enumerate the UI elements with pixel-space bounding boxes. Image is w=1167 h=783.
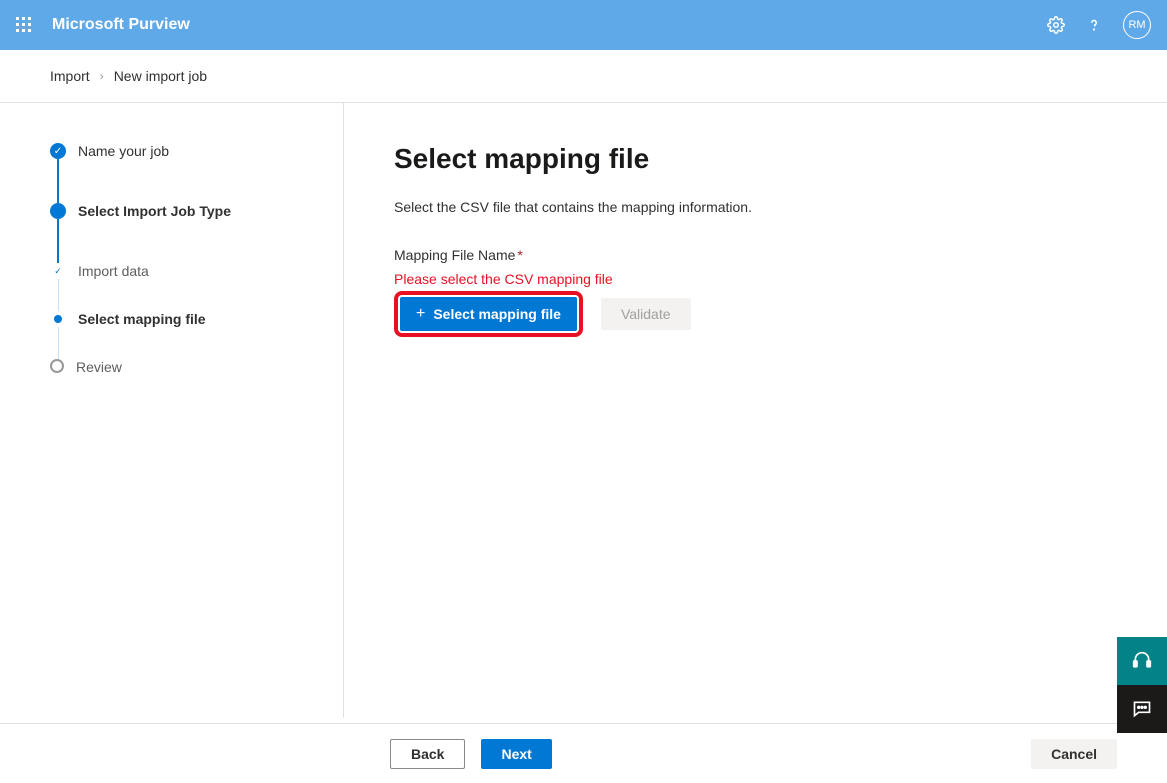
check-icon <box>50 143 66 159</box>
side-widgets <box>1117 637 1167 733</box>
highlight-annotation: + Select mapping file <box>394 291 583 337</box>
field-label: Mapping File Name* <box>394 247 1117 263</box>
footer: Back Next Cancel <box>0 723 1167 783</box>
pending-step-icon <box>50 359 64 373</box>
app-header: Microsoft Purview RM <box>0 0 1167 50</box>
feedback-widget[interactable] <box>1117 685 1167 733</box>
gear-icon[interactable] <box>1047 16 1065 34</box>
button-row: + Select mapping file Validate <box>394 291 1117 337</box>
button-label: Select mapping file <box>433 306 561 322</box>
next-button[interactable]: Next <box>481 739 551 769</box>
step-select-mapping[interactable]: Select mapping file <box>50 311 343 327</box>
step-label: Name your job <box>66 143 169 159</box>
footer-left: Back Next <box>390 739 552 769</box>
wizard-steps: Name your job Select Import Job Type Imp… <box>0 103 344 718</box>
avatar-initials: RM <box>1128 19 1145 31</box>
step-connector <box>57 159 59 203</box>
help-icon[interactable] <box>1085 16 1103 34</box>
back-button[interactable]: Back <box>390 739 465 769</box>
check-icon <box>50 263 66 279</box>
page-description: Select the CSV file that contains the ma… <box>394 199 1117 215</box>
current-step-icon <box>50 203 66 219</box>
select-mapping-file-button[interactable]: + Select mapping file <box>400 297 577 331</box>
error-message: Please select the CSV mapping file <box>394 271 1117 287</box>
step-connector <box>58 327 59 359</box>
headset-widget[interactable] <box>1117 637 1167 685</box>
breadcrumb-current: New import job <box>114 68 207 84</box>
step-label: Select mapping file <box>66 311 206 327</box>
cancel-button[interactable]: Cancel <box>1031 739 1117 769</box>
chevron-right-icon: › <box>100 69 104 83</box>
step-label: Review <box>64 359 122 375</box>
main-content: Select mapping file Select the CSV file … <box>344 103 1167 718</box>
content-area: Name your job Select Import Job Type Imp… <box>0 103 1167 718</box>
page-title: Select mapping file <box>394 143 1117 175</box>
plus-icon: + <box>416 305 425 323</box>
step-label: Select Import Job Type <box>66 203 231 219</box>
validate-button: Validate <box>601 298 691 330</box>
app-title: Microsoft Purview <box>52 16 190 34</box>
step-connector <box>58 279 59 311</box>
breadcrumb-root[interactable]: Import <box>50 68 90 84</box>
avatar[interactable]: RM <box>1123 11 1151 39</box>
step-connector <box>57 219 59 263</box>
header-left: Microsoft Purview <box>16 16 190 34</box>
step-review[interactable]: Review <box>50 359 343 375</box>
step-name-job[interactable]: Name your job <box>50 143 343 159</box>
step-select-type[interactable]: Select Import Job Type <box>50 203 343 219</box>
current-substep-icon <box>54 315 62 323</box>
breadcrumb: Import › New import job <box>0 50 1167 103</box>
step-label: Import data <box>66 263 149 279</box>
required-indicator: * <box>517 247 522 263</box>
step-import-data[interactable]: Import data <box>50 263 343 279</box>
waffle-icon[interactable] <box>16 17 32 33</box>
header-right: RM <box>1047 11 1151 39</box>
